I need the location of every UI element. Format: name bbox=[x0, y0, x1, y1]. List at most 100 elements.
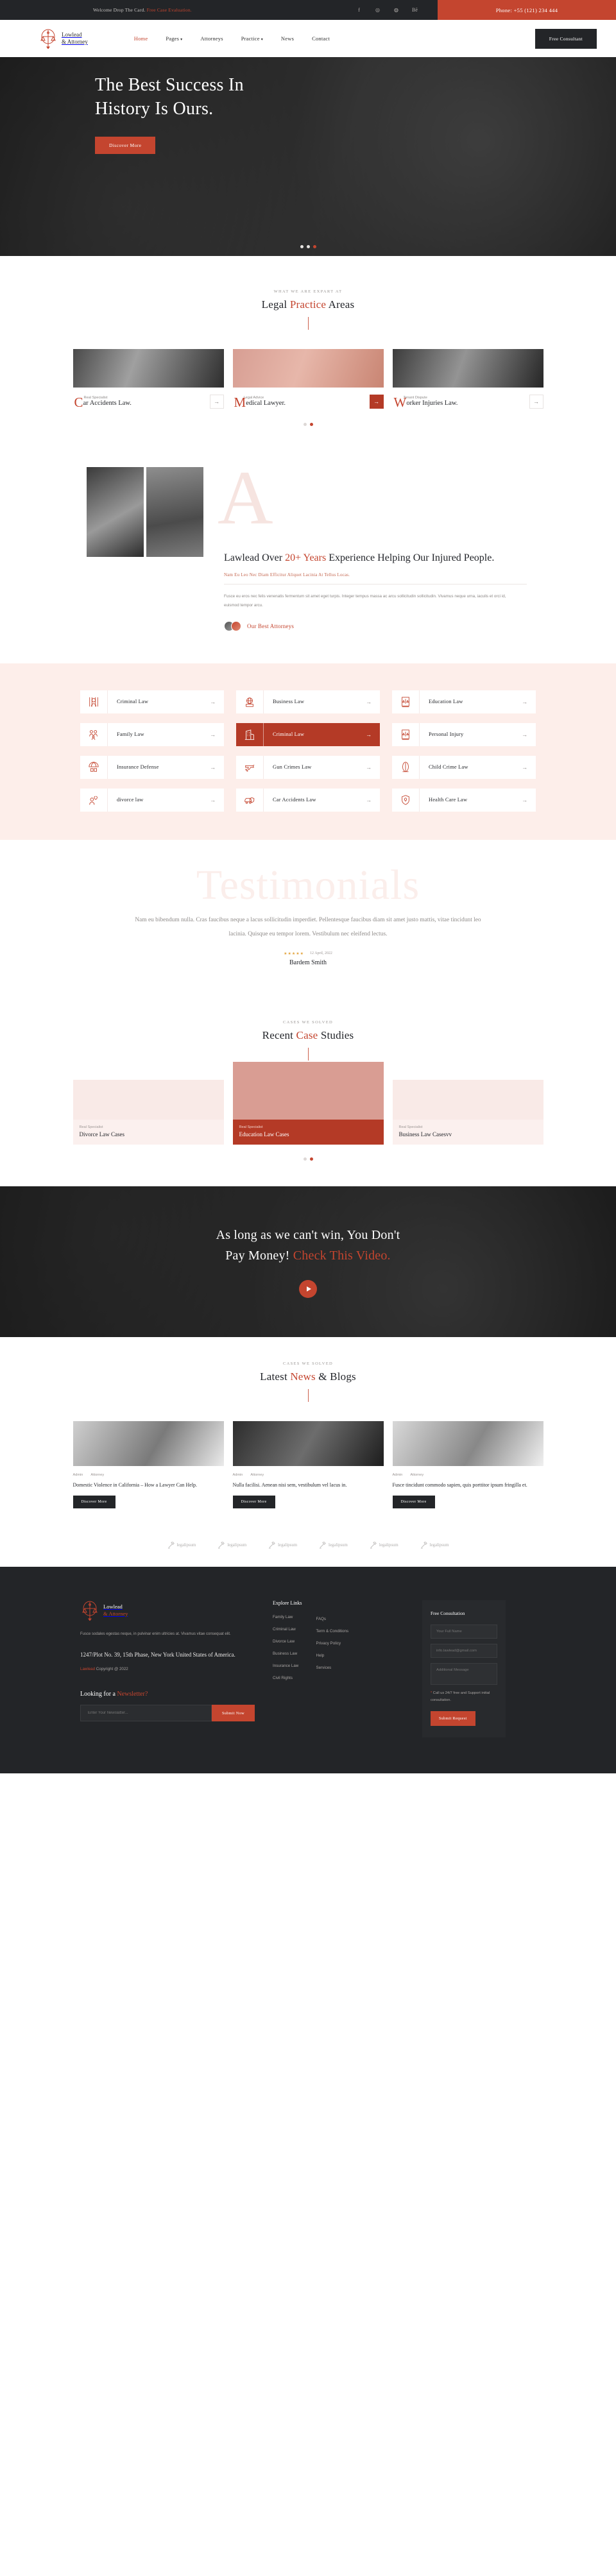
case-card[interactable]: Real Specialist Business Law Casesvv bbox=[392, 1079, 543, 1145]
practice-card-text: Real Specialist Car Accidents Law. bbox=[73, 396, 210, 409]
practice-card[interactable]: Tenant Dispute Worker Injuries Law. → bbox=[392, 349, 543, 409]
our-best-attorneys-link[interactable]: Our Best Attorneys bbox=[224, 620, 546, 631]
about-watermark-letter: A bbox=[218, 455, 273, 540]
prison-bars-icon bbox=[80, 696, 107, 708]
blog-post-author: Admin bbox=[232, 1472, 243, 1477]
practice-card-dropcap: W bbox=[393, 395, 407, 411]
service-label: Business Law bbox=[273, 699, 305, 704]
service-item-car-accidents-law[interactable]: Car Accidents Law → bbox=[236, 788, 380, 812]
service-item-insurance-defense[interactable]: Insurance Defense → bbox=[80, 755, 224, 779]
practice-subtitle: WHAT WE ARE EXPART AT bbox=[273, 289, 343, 294]
behance-icon[interactable]: Bē bbox=[411, 7, 418, 13]
footer-link[interactable]: Family Law bbox=[273, 1615, 302, 1619]
newsletter-form: Submit Now bbox=[80, 1705, 255, 1722]
cases-dot-2[interactable] bbox=[309, 1157, 313, 1161]
nav-item-home[interactable]: Home bbox=[125, 35, 157, 42]
submit-request-button[interactable]: Submit Request bbox=[431, 1710, 475, 1726]
practice-card-arrow-icon[interactable]: → bbox=[529, 395, 543, 409]
hero-discover-more-button[interactable]: Discover More bbox=[95, 136, 156, 154]
free-case-evaluation-link[interactable]: Free Case Evaluation. bbox=[147, 7, 192, 13]
blog-post-discover-more-button[interactable]: Discover More bbox=[392, 1495, 435, 1508]
about-cta-label: Our Best Attorneys bbox=[247, 622, 295, 629]
phone-number[interactable]: Phone: +55 (121) 234 444 bbox=[438, 0, 616, 20]
nav-item-contact[interactable]: Contact bbox=[303, 35, 339, 42]
cases-subtitle: CASES WE SOLVED bbox=[282, 1019, 333, 1025]
service-item-divorce-law[interactable]: divorce law → bbox=[80, 788, 224, 812]
newsletter-submit-button[interactable]: Submit Now bbox=[211, 1705, 255, 1722]
blog-post-title: Domestic Violence in California – How a … bbox=[73, 1481, 198, 1488]
practice-card-arrow-icon[interactable]: → bbox=[369, 395, 384, 409]
footer-link[interactable]: FAQs bbox=[316, 1617, 349, 1621]
service-arrow-icon: → bbox=[522, 698, 527, 705]
footer-link[interactable]: Insurance Law bbox=[273, 1664, 302, 1668]
hero-dot-3[interactable] bbox=[312, 245, 316, 248]
service-item-child-crime-law[interactable]: Child Crime Law → bbox=[392, 755, 536, 779]
consultation-message-textarea[interactable] bbox=[431, 1662, 497, 1685]
practice-dot-2[interactable] bbox=[309, 423, 313, 426]
service-item-personal-injury[interactable]: Personal Injury → bbox=[392, 722, 536, 746]
practice-card-title: Medical Lawyer. bbox=[234, 396, 370, 409]
gun-icon bbox=[236, 762, 263, 773]
blog-post-card[interactable]: Admin Attorney Domestic Violence in Cali… bbox=[73, 1420, 224, 1508]
nav-item-pages[interactable]: Pages ▾ bbox=[157, 35, 191, 42]
testimonial-quote: Nam eu bibendum nulla. Cras faucibus neq… bbox=[135, 916, 481, 937]
cases-dot-1[interactable] bbox=[303, 1157, 307, 1161]
footer-link[interactable]: Criminal Law bbox=[273, 1627, 302, 1632]
newsletter-email-input[interactable] bbox=[80, 1705, 212, 1722]
blog-post-discover-more-button[interactable]: Discover More bbox=[232, 1495, 275, 1508]
service-item-education-law[interactable]: Education Law → bbox=[392, 690, 536, 713]
blog-post-card[interactable]: Admin Attorney Nulla facilisi. Aenean ni… bbox=[232, 1420, 384, 1508]
footer-link[interactable]: Term & Conditions bbox=[316, 1629, 349, 1633]
footer-logo[interactable]: Lowlead & Attorney bbox=[80, 1600, 255, 1621]
cases-title-a: Recent bbox=[262, 1028, 296, 1041]
nav-label-practice: Practice bbox=[241, 35, 260, 42]
footer-link[interactable]: Services bbox=[316, 1666, 349, 1670]
practice-dot-1[interactable] bbox=[303, 423, 307, 426]
practice-card[interactable]: Real Specialist Car Accidents Law. → bbox=[73, 349, 224, 409]
footer-link[interactable]: Privacy Policy bbox=[316, 1641, 349, 1646]
case-studies-section: CASES WE SOLVED Recent Case Studies Real… bbox=[0, 998, 616, 1186]
service-item-gun-crimes-law[interactable]: Gun Crimes Law → bbox=[236, 755, 380, 779]
nav-item-practice[interactable]: Practice ▾ bbox=[232, 35, 272, 42]
practice-card-dropcap: M bbox=[234, 395, 246, 411]
dribbble-icon[interactable]: ◍ bbox=[393, 7, 400, 13]
practice-card-body: Tenant Dispute Worker Injuries Law. → bbox=[393, 388, 543, 409]
nav-item-attorneys[interactable]: Attorneys bbox=[191, 35, 232, 42]
logo-text: Lowlead & Attorney bbox=[62, 31, 88, 46]
site-logo[interactable]: Lowlead & Attorney bbox=[38, 28, 88, 49]
facebook-icon[interactable]: f bbox=[355, 7, 363, 13]
service-item-criminal-law[interactable]: Criminal Law → bbox=[80, 690, 224, 713]
footer-link[interactable]: Civil Rights bbox=[273, 1676, 302, 1680]
services-grid: Criminal Law → Business Law → Education … bbox=[80, 690, 536, 812]
service-item-health-care-law[interactable]: Health Care Law → bbox=[392, 788, 536, 812]
service-label: Criminal Law bbox=[273, 731, 305, 737]
footer-link[interactable]: Business Law bbox=[273, 1651, 302, 1656]
consultation-email-input[interactable] bbox=[431, 1643, 497, 1658]
hero-dot-2[interactable] bbox=[306, 245, 310, 248]
brand-name: legalipsum bbox=[329, 1542, 348, 1548]
instagram-icon[interactable]: ◎ bbox=[374, 7, 381, 13]
hero-dot-1[interactable] bbox=[300, 245, 304, 248]
play-icon[interactable] bbox=[299, 1280, 317, 1299]
case-card[interactable]: Real Specialist Education Law Cases bbox=[232, 1061, 384, 1145]
free-consultant-button[interactable]: Free Consultant bbox=[535, 28, 597, 49]
service-item-criminal-law-active[interactable]: Criminal Law → bbox=[236, 722, 380, 746]
consultation-name-input[interactable] bbox=[431, 1624, 497, 1639]
blog-post-discover-more-button[interactable]: Discover More bbox=[73, 1495, 116, 1508]
nav-item-news[interactable]: News bbox=[272, 35, 303, 42]
brand-logo: legalipsum bbox=[420, 1541, 449, 1549]
nav-links: Home Pages ▾ Attorneys Practice ▾ News Con… bbox=[125, 35, 339, 42]
brand-logo: legalipsum bbox=[370, 1541, 398, 1549]
service-item-family-law[interactable]: Family Law → bbox=[80, 722, 224, 746]
footer-link[interactable]: Help bbox=[316, 1653, 349, 1658]
practice-card-arrow-icon[interactable]: → bbox=[209, 395, 224, 409]
gavel-icon bbox=[269, 1541, 276, 1549]
practice-card[interactable]: Legal Advice Medical Lawyer. → bbox=[232, 349, 384, 409]
gavel-icon bbox=[370, 1541, 377, 1549]
blog-post-meta: Admin Attorney bbox=[393, 1473, 543, 1477]
service-item-business-law[interactable]: Business Law → bbox=[236, 690, 380, 713]
footer-link[interactable]: Divorce Law bbox=[273, 1639, 302, 1644]
blog-post-card[interactable]: Admin Attorney Fusce tincidunt commodo s… bbox=[392, 1420, 543, 1508]
practice-section-head: WHAT WE ARE EXPART AT Legal Practice Are… bbox=[0, 289, 616, 330]
case-card[interactable]: Real Specialist Divorce Law Cases bbox=[73, 1079, 224, 1145]
